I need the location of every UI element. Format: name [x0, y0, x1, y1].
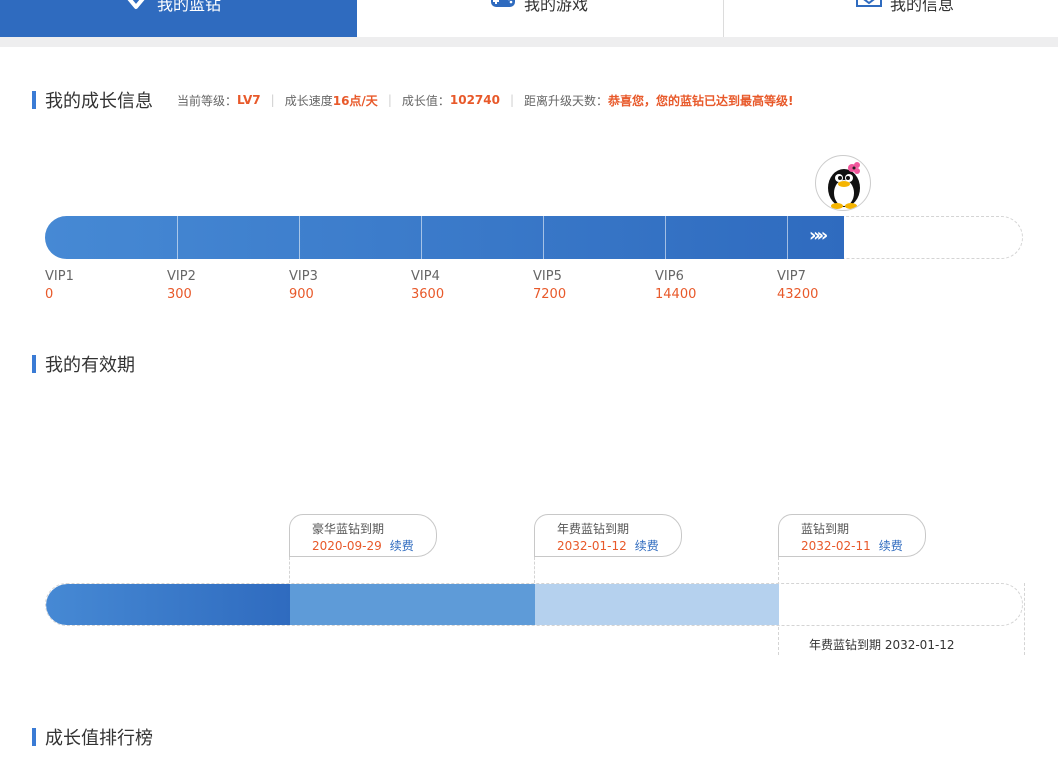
points-label: 成长值：	[401, 93, 450, 108]
validity-end-line	[1024, 583, 1025, 655]
level-name: VIP3	[289, 269, 318, 284]
tab-label: 我的游戏	[524, 0, 589, 14]
progress-divider	[787, 216, 788, 259]
milestone-date: 2032-02-11	[801, 539, 871, 553]
level-points: 300	[167, 287, 192, 302]
validity-note: 年费蓝钻到期 2032-01-12	[809, 638, 955, 652]
level-marker-vip3: VIP3 900	[289, 268, 318, 304]
level-name: VIP4	[411, 269, 440, 284]
progress-fill	[45, 216, 844, 259]
tab-label: 我的信息	[890, 0, 955, 14]
envelope-icon	[856, 0, 882, 7]
level-name: VIP7	[777, 269, 806, 284]
section-marker	[32, 728, 36, 746]
ranking-title: 成长值排行榜	[45, 728, 153, 749]
tab-label: 我的蓝钻	[157, 0, 222, 14]
level-name: VIP1	[45, 269, 74, 284]
days-label: 距离升级天数：	[524, 93, 609, 108]
level-marker-vip2: VIP2 300	[167, 268, 196, 304]
avatar[interactable]	[815, 155, 871, 211]
tab-my-games[interactable]: 我的游戏	[357, 0, 724, 37]
divider: |	[509, 93, 515, 107]
tab-underline	[0, 37, 1058, 47]
penguin-icon	[828, 162, 860, 209]
milestone-date: 2020-09-29	[312, 539, 382, 553]
level-marker-vip5: VIP5 7200	[533, 268, 566, 304]
milestone-connector	[534, 557, 535, 583]
timeline-segment-deluxe	[46, 584, 290, 625]
gamepad-icon	[491, 0, 515, 7]
renew-link[interactable]: 续费	[879, 539, 903, 553]
level-value: LV7	[237, 93, 261, 107]
level-name: VIP5	[533, 269, 562, 284]
section-marker	[32, 91, 36, 109]
milestone-connector	[289, 557, 290, 583]
validity-section-header: 我的有效期	[32, 351, 135, 377]
level-points: 3600	[411, 287, 445, 302]
tab-my-info[interactable]: 我的信息	[724, 0, 1058, 37]
speed-label: 成长速度	[284, 93, 333, 108]
tab-bar: 我的蓝钻 我的游戏 我的信息	[0, 0, 1058, 37]
progress-divider	[421, 216, 422, 259]
level-name: VIP6	[655, 269, 684, 284]
growth-progress-bar: »»	[45, 216, 1023, 259]
level-points: 7200	[533, 287, 567, 302]
level-points: 14400	[655, 287, 697, 302]
milestone-blue-diamond-expiry: 蓝钻到期 2032-02-11 续费	[778, 514, 926, 557]
divider: |	[387, 93, 392, 107]
progress-divider	[177, 216, 178, 259]
validity-timeline-bar	[45, 583, 1023, 626]
speed-value: 16点/天	[332, 93, 378, 108]
progress-divider	[543, 216, 544, 259]
progress-divider	[665, 216, 666, 259]
level-marker-vip6: VIP6 14400	[655, 268, 696, 304]
growth-section-header: 我的成长信息 当前等级： LV7 | 成长速度 16点/天 | 成长值： 102…	[32, 87, 794, 113]
level-marker-vip7: VIP7 43200	[777, 268, 818, 304]
timeline-segment-standard	[535, 584, 779, 625]
points-value: 102740	[449, 93, 500, 107]
level-points: 0	[45, 287, 54, 302]
milestone-title: 豪华蓝钻到期	[312, 522, 385, 536]
milestone-title: 年费蓝钻到期	[557, 522, 630, 536]
level-marker-vip4: VIP4 3600	[411, 268, 444, 304]
milestone-annual-expiry: 年费蓝钻到期 2032-01-12 续费	[534, 514, 682, 557]
renew-link[interactable]: 续费	[390, 539, 414, 553]
progress-arrows: »»	[809, 225, 828, 246]
diamond-icon	[127, 0, 145, 9]
milestone-deluxe-expiry: 豪华蓝钻到期 2020-09-29 续费	[289, 514, 437, 557]
level-name: VIP2	[167, 269, 196, 284]
timeline-segment-annual	[290, 584, 535, 625]
validity-title: 我的有效期	[45, 355, 135, 376]
renew-link[interactable]: 续费	[635, 539, 659, 553]
section-marker	[32, 355, 36, 373]
growth-info-row: 当前等级： LV7 | 成长速度 16点/天 | 成长值： 102740 | 距…	[177, 92, 794, 109]
ranking-section-header: 成长值排行榜	[32, 724, 153, 750]
level-label: 当前等级：	[177, 93, 238, 108]
tab-my-blue-diamond[interactable]: 我的蓝钻	[0, 0, 357, 37]
level-marker-vip1: VIP1 0	[45, 268, 74, 304]
days-value: 恭喜您，您的蓝钻已达到最高等级!	[608, 93, 794, 108]
divider: |	[270, 93, 275, 107]
milestone-title: 蓝钻到期	[801, 522, 850, 536]
progress-divider	[299, 216, 300, 259]
milestone-date: 2032-01-12	[557, 539, 627, 553]
level-points: 900	[289, 287, 314, 302]
level-points: 43200	[777, 287, 819, 302]
growth-title: 我的成长信息	[45, 91, 153, 112]
